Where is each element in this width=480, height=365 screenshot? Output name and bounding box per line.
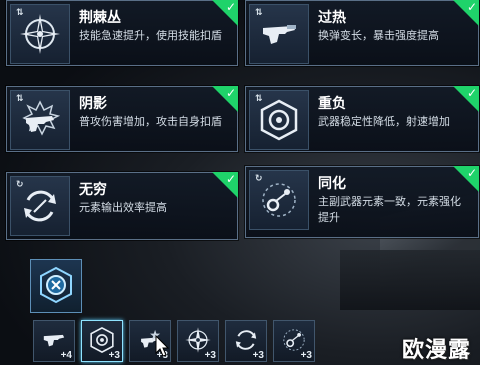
slot-count: +3	[108, 350, 120, 361]
card-description: 技能急速提升，使用技能扣盾	[79, 30, 222, 42]
card-burden[interactable]: ⇅ 重负 武器稳定性降低，射速增加 ✓	[245, 86, 479, 152]
selected-check-icon: ✓	[212, 0, 238, 26]
slot-count: +3	[252, 350, 264, 361]
selected-check-icon: ✓	[453, 166, 479, 192]
background-rock	[340, 250, 480, 310]
compass-star-icon	[20, 14, 60, 54]
slot-count: +3	[300, 350, 312, 361]
inventory-slot[interactable]: +4	[33, 320, 75, 362]
icon-frame: ⇅	[10, 4, 70, 64]
inventory-slot[interactable]: +3	[177, 320, 219, 362]
selected-check-icon: ✓	[212, 86, 238, 112]
card-endless[interactable]: ↻ 无穷 元素输出效率提高 ✓	[6, 172, 238, 240]
watermark-text: 欧漫露	[402, 337, 472, 362]
hexagon-target-icon	[260, 99, 298, 141]
slot-count: +3	[204, 350, 216, 361]
card-assimilate[interactable]: ↻ 同化 主副武器元素一致，元素强化提升 ✓	[245, 166, 479, 238]
card-thorn-bush[interactable]: ⇅ 荆棘丛 技能急速提升，使用技能扣盾 ✓	[6, 0, 238, 66]
icon-frame: ↻	[249, 170, 309, 230]
card-title: 同化	[318, 175, 346, 191]
icon-frame: ⇅	[249, 4, 309, 64]
card-title: 无穷	[79, 181, 107, 197]
card-description: 换弹变长，暴击强度提高	[318, 30, 439, 42]
card-title: 荆棘丛	[79, 9, 121, 25]
icon-frame: ⇅	[249, 90, 309, 150]
inventory-slot[interactable]: +3	[273, 320, 315, 362]
linked-orbs-icon	[262, 183, 296, 217]
mouse-pointer-icon	[155, 335, 169, 357]
inventory-slot[interactable]: +3	[81, 320, 123, 362]
selected-check-icon: ✓	[212, 172, 238, 198]
card-description: 武器稳定性降低，射速增加	[318, 116, 450, 128]
icon-frame: ⇅	[10, 90, 70, 150]
inventory-slot[interactable]: +3	[225, 320, 267, 362]
card-description: 普攻伤害增加，攻击自身扣盾	[79, 116, 222, 128]
card-title: 重负	[318, 95, 346, 111]
card-description: 主副武器元素一致，元素强化提升	[318, 196, 461, 224]
x-hexagon-icon	[40, 266, 72, 304]
pistol-icon	[263, 25, 296, 44]
selected-check-icon: ✓	[453, 86, 479, 112]
cycle-arrows-icon	[24, 190, 56, 222]
spiky-pistol-icon	[22, 100, 61, 136]
slot-count: +4	[60, 350, 72, 361]
element-slot[interactable]	[30, 259, 82, 313]
card-shadow[interactable]: ⇅ 阴影 普攻伤害增加，攻击自身扣盾 ✓	[6, 86, 238, 152]
icon-frame: ↻	[10, 176, 70, 236]
selected-check-icon: ✓	[453, 0, 479, 26]
card-overheat[interactable]: ⇅ 过热 换弹变长，暴击强度提高 ✓	[245, 0, 479, 66]
card-description: 元素输出效率提高	[79, 202, 167, 214]
card-title: 过热	[318, 9, 346, 25]
card-title: 阴影	[79, 95, 107, 111]
